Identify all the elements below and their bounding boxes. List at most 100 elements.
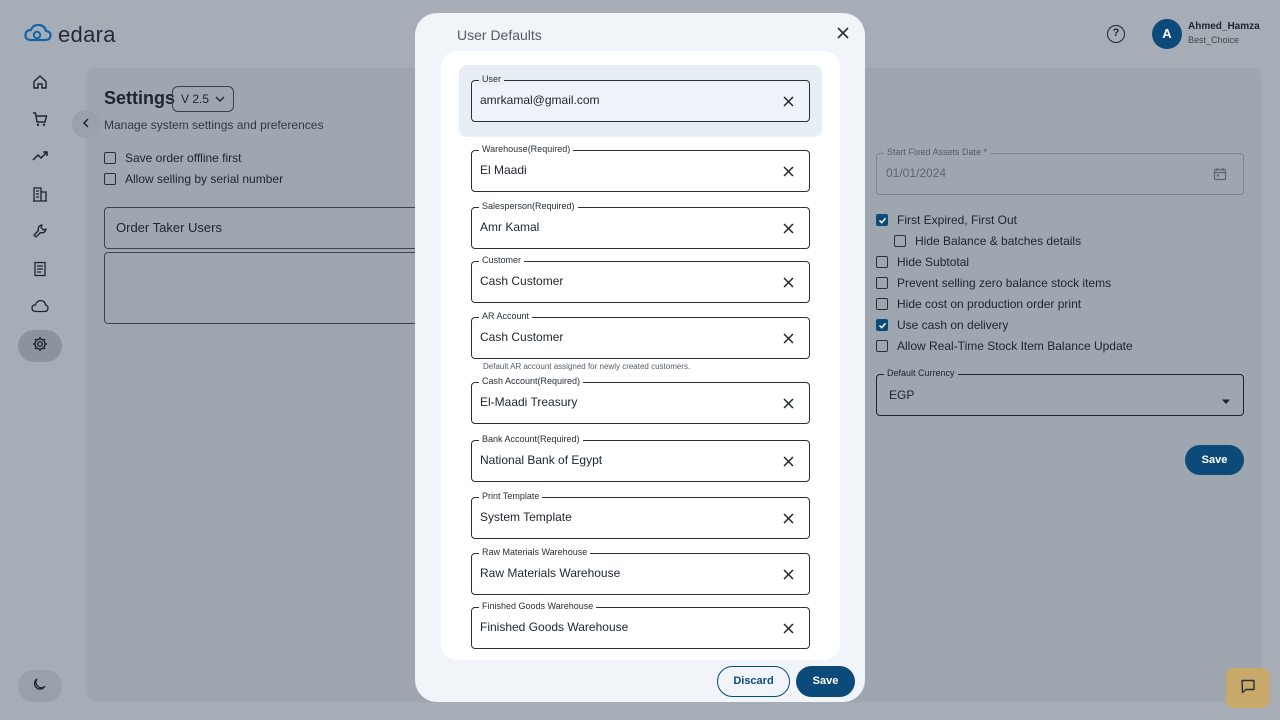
field-label: Finished Goods Warehouse <box>479 601 597 612</box>
field-label: Start Fixed Assets Date * <box>884 147 991 157</box>
sidebar-item-tools[interactable] <box>18 217 62 249</box>
sidebar-item-sales[interactable] <box>18 105 62 137</box>
page-subtitle: Manage system settings and preferences <box>104 118 324 132</box>
home-icon <box>32 74 48 95</box>
checkbox-prevent-zero-balance[interactable]: Prevent selling zero balance stock items <box>876 276 1111 290</box>
checkbox-realtime-stock[interactable]: Allow Real-Time Stock Item Balance Updat… <box>876 339 1133 353</box>
field-value: El-Maadi Treasury <box>480 395 578 409</box>
settings-save-button[interactable]: Save <box>1185 445 1244 475</box>
building-icon <box>32 186 48 207</box>
page-title: Settings <box>104 88 176 108</box>
clear-icon[interactable] <box>781 396 795 410</box>
fixed-assets-date-field[interactable]: Start Fixed Assets Date * 01/01/2024 <box>876 147 1244 195</box>
checkbox-hide-cost[interactable]: Hide cost on production order print <box>876 297 1081 311</box>
checkbox[interactable] <box>876 298 888 310</box>
salesperson-field[interactable]: Salesperson(Required) Amr Kamal <box>471 201 810 249</box>
save-button[interactable]: Save <box>796 666 855 697</box>
ar-account-field[interactable]: AR Account Cash Customer <box>471 311 810 359</box>
dialog-title: User Defaults <box>457 27 542 43</box>
checkbox-serial-selling[interactable]: Allow selling by serial number <box>104 172 283 186</box>
raw-materials-warehouse-field[interactable]: Raw Materials Warehouse Raw Materials Wa… <box>471 547 810 595</box>
gear-icon <box>32 336 48 357</box>
clear-icon[interactable] <box>781 164 795 178</box>
checkbox-label: Prevent selling zero balance stock items <box>897 276 1112 290</box>
receipt-icon <box>32 261 48 282</box>
cash-account-field[interactable]: Cash Account(Required) El-Maadi Treasury <box>471 376 810 424</box>
sidebar-item-company[interactable] <box>18 180 62 212</box>
checkbox[interactable] <box>876 214 888 226</box>
field-label: Bank Account(Required) <box>479 434 583 445</box>
field-label: User <box>479 74 505 85</box>
theme-toggle[interactable] <box>18 670 62 702</box>
checkbox-label: Hide Subtotal <box>897 255 970 269</box>
checkbox-save-offline[interactable]: Save order offline first <box>104 151 242 165</box>
field-value: System Template <box>480 510 572 524</box>
bank-account-field[interactable]: Bank Account(Required) National Bank of … <box>471 434 810 482</box>
back-button[interactable] <box>72 110 100 138</box>
checkbox-label: Allow selling by serial number <box>125 172 284 186</box>
field-value: Cash Customer <box>480 330 564 344</box>
checkbox[interactable] <box>876 319 888 331</box>
close-icon[interactable] <box>833 23 853 43</box>
field-label: Salesperson(Required) <box>479 201 578 212</box>
finished-goods-warehouse-field[interactable]: Finished Goods Warehouse Finished Goods … <box>471 601 810 649</box>
default-currency-select[interactable]: Default Currency EGP <box>876 368 1244 416</box>
sidebar-item-reports[interactable] <box>18 142 62 174</box>
checkbox-cash-on-delivery[interactable]: Use cash on delivery <box>876 318 1008 332</box>
cloud-logo-icon <box>24 23 52 48</box>
chat-button[interactable] <box>1226 668 1270 708</box>
sidebar-item-receipts[interactable] <box>18 255 62 287</box>
user-defaults-dialog: User Defaults User amrkamal@gmail.com Wa… <box>415 13 865 702</box>
clear-icon[interactable] <box>781 621 795 635</box>
sidebar-item-cloud[interactable] <box>18 292 62 324</box>
cloud-icon <box>31 299 49 318</box>
discard-button[interactable]: Discard <box>717 666 790 697</box>
field-label: AR Account <box>479 311 533 322</box>
field-value: amrkamal@gmail.com <box>480 93 600 107</box>
checkbox-label: Save order offline first <box>125 151 242 165</box>
customer-field[interactable]: Customer Cash Customer <box>471 255 810 303</box>
help-icon[interactable]: ? <box>1107 25 1125 43</box>
field-label: Customer <box>479 255 525 266</box>
checkbox-hide-balance[interactable]: Hide Balance & batches details <box>894 234 1081 248</box>
field-value: El Maadi <box>480 163 527 177</box>
user-field[interactable]: User amrkamal@gmail.com <box>471 74 810 122</box>
order-taker-users-field[interactable]: Order Taker Users <box>104 207 424 249</box>
checkbox[interactable] <box>876 256 888 268</box>
clear-icon[interactable] <box>781 511 795 525</box>
field-value: Finished Goods Warehouse <box>480 620 629 634</box>
field-label: Warehouse(Required) <box>479 144 574 155</box>
field-label: Cash Account(Required) <box>479 376 584 387</box>
checkbox[interactable] <box>104 152 116 164</box>
checkbox-label: Hide Balance & batches details <box>915 234 1082 248</box>
sidebar-item-settings[interactable] <box>18 330 62 362</box>
sidebar-item-home[interactable] <box>18 68 62 100</box>
clear-icon[interactable] <box>781 331 795 345</box>
checkbox[interactable] <box>104 173 116 185</box>
wrench-icon <box>32 223 48 244</box>
chat-icon <box>1240 678 1256 699</box>
print-template-field[interactable]: Print Template System Template <box>471 491 810 539</box>
moon-icon <box>33 677 47 696</box>
calendar-icon[interactable] <box>1213 167 1227 186</box>
avatar[interactable]: A <box>1152 19 1182 49</box>
checkbox-fefo[interactable]: First Expired, First Out <box>876 213 1017 227</box>
warehouse-field[interactable]: Warehouse(Required) El Maadi <box>471 144 810 192</box>
clear-icon[interactable] <box>781 275 795 289</box>
field-value: National Bank of Egypt <box>480 453 603 467</box>
checkbox-label: Use cash on delivery <box>897 318 1009 332</box>
clear-icon[interactable] <box>781 94 795 108</box>
dialog-body: User amrkamal@gmail.com Warehouse(Requir… <box>441 51 840 660</box>
checkbox[interactable] <box>876 277 888 289</box>
logo-text: edara <box>58 22 116 47</box>
order-taker-users-list[interactable] <box>104 252 424 324</box>
clear-icon[interactable] <box>781 454 795 468</box>
checkbox-hide-subtotal[interactable]: Hide Subtotal <box>876 255 969 269</box>
checkbox[interactable] <box>894 235 906 247</box>
checkbox-label: First Expired, First Out <box>897 213 1018 227</box>
clear-icon[interactable] <box>781 221 795 235</box>
checkbox-label: Allow Real-Time Stock Item Balance Updat… <box>897 339 1133 353</box>
checkbox[interactable] <box>876 340 888 352</box>
version-select[interactable]: V 2.5 <box>172 86 235 112</box>
clear-icon[interactable] <box>781 567 795 581</box>
